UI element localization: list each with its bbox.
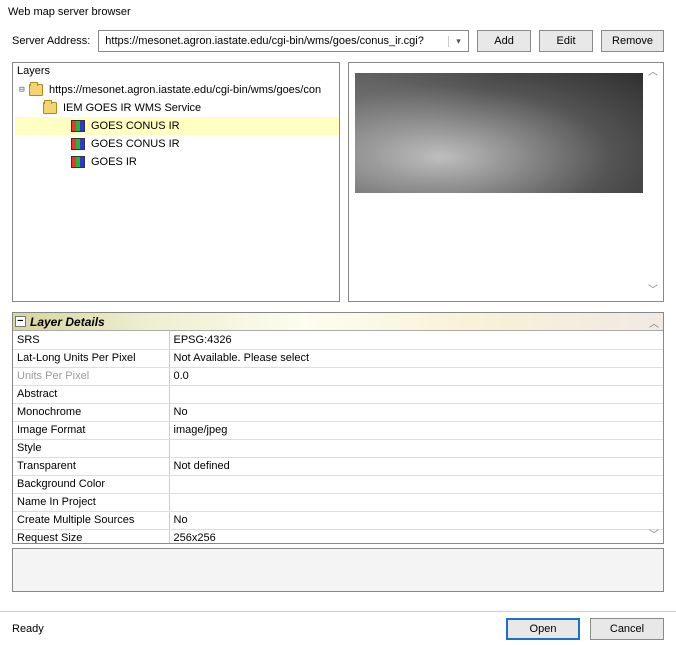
property-key: SRS	[13, 331, 169, 349]
server-address-combo[interactable]: https://mesonet.agron.iastate.edu/cgi-bi…	[98, 30, 469, 52]
property-value[interactable]: image/jpeg	[169, 421, 663, 439]
add-button[interactable]: Add	[477, 30, 531, 52]
description-box	[12, 548, 664, 592]
details-scrollbar[interactable]: ︿ ﹀	[647, 315, 661, 541]
property-key: Abstract	[13, 385, 169, 403]
property-key: Units Per Pixel	[13, 367, 169, 385]
tree-service[interactable]: IEM GOES IR WMS Service	[15, 99, 339, 117]
scroll-down-icon[interactable]: ﹀	[647, 526, 661, 541]
property-value[interactable]: 0.0	[169, 367, 663, 385]
server-address-value: https://mesonet.agron.iastate.edu/cgi-bi…	[105, 35, 448, 47]
layer-icon	[71, 156, 85, 168]
property-key: Monochrome	[13, 403, 169, 421]
server-address-row: Server Address: https://mesonet.agron.ia…	[0, 26, 676, 62]
property-value[interactable]	[169, 475, 663, 493]
property-value[interactable]	[169, 385, 663, 403]
property-grid: SRSEPSG:4326Lat-Long Units Per PixelNot …	[13, 331, 663, 544]
folder-icon	[29, 84, 43, 96]
layer-details-title: Layer Details	[30, 315, 105, 329]
property-row[interactable]: Request Size256x256	[13, 529, 663, 544]
property-row[interactable]: Name In Project	[13, 493, 663, 511]
footer-bar: Ready Open Cancel	[0, 611, 676, 645]
status-text: Ready	[12, 623, 496, 635]
tree-service-label: IEM GOES IR WMS Service	[61, 99, 203, 117]
preview-panel: ︿ ﹀	[348, 62, 664, 302]
layer-details-header[interactable]: – Layer Details	[13, 313, 663, 331]
layers-tree[interactable]: ⊟ https://mesonet.agron.iastate.edu/cgi-…	[13, 79, 339, 301]
property-row[interactable]: Style	[13, 439, 663, 457]
open-button[interactable]: Open	[506, 618, 580, 640]
property-row[interactable]: MonochromeNo	[13, 403, 663, 421]
tree-layer-item[interactable]: GOES IR	[15, 153, 339, 171]
property-row[interactable]: Units Per Pixel0.0	[13, 367, 663, 385]
property-row[interactable]: Lat-Long Units Per PixelNot Available. P…	[13, 349, 663, 367]
property-key: Request Size	[13, 529, 169, 544]
tree-root[interactable]: ⊟ https://mesonet.agron.iastate.edu/cgi-…	[15, 81, 339, 99]
tree-layer-label: GOES IR	[89, 153, 139, 171]
property-row[interactable]: Create Multiple SourcesNo	[13, 511, 663, 529]
property-key: Background Color	[13, 475, 169, 493]
property-row[interactable]: Image Formatimage/jpeg	[13, 421, 663, 439]
property-key: Transparent	[13, 457, 169, 475]
remove-button[interactable]: Remove	[601, 30, 664, 52]
property-key: Style	[13, 439, 169, 457]
tree-layer-item[interactable]: GOES CONUS IR	[15, 117, 339, 135]
property-key: Name In Project	[13, 493, 169, 511]
property-value[interactable]: EPSG:4326	[169, 331, 663, 349]
scroll-up-icon[interactable]: ︿	[647, 315, 661, 330]
layer-icon	[71, 120, 85, 132]
property-value[interactable]	[169, 439, 663, 457]
property-value[interactable]: Not Available. Please select	[169, 349, 663, 367]
property-row[interactable]: SRSEPSG:4326	[13, 331, 663, 349]
scroll-down-icon[interactable]: ﹀	[646, 284, 660, 298]
chevron-down-icon[interactable]: ▾	[448, 36, 464, 47]
property-value[interactable]: No	[169, 511, 663, 529]
property-value[interactable]	[169, 493, 663, 511]
edit-button[interactable]: Edit	[539, 30, 593, 52]
tree-layer-label: GOES CONUS IR	[89, 117, 182, 135]
collapse-icon[interactable]: –	[15, 316, 26, 327]
layer-preview-image	[355, 73, 643, 193]
scroll-up-icon[interactable]: ︿	[646, 66, 660, 80]
property-row[interactable]: Abstract	[13, 385, 663, 403]
property-row[interactable]: TransparentNot defined	[13, 457, 663, 475]
layer-details-panel: – Layer Details SRSEPSG:4326Lat-Long Uni…	[12, 312, 664, 544]
layers-panel-title: Layers	[13, 63, 339, 79]
tree-root-label: https://mesonet.agron.iastate.edu/cgi-bi…	[47, 81, 323, 99]
server-address-label: Server Address:	[12, 35, 90, 47]
layer-icon	[71, 138, 85, 150]
property-key: Lat-Long Units Per Pixel	[13, 349, 169, 367]
property-value[interactable]: No	[169, 403, 663, 421]
folder-icon	[43, 102, 57, 114]
window-title: Web map server browser	[0, 0, 676, 26]
collapse-icon[interactable]: ⊟	[15, 81, 29, 99]
property-value[interactable]: Not defined	[169, 457, 663, 475]
property-value[interactable]: 256x256	[169, 529, 663, 544]
property-row[interactable]: Background Color	[13, 475, 663, 493]
property-key: Create Multiple Sources	[13, 511, 169, 529]
property-key: Image Format	[13, 421, 169, 439]
cancel-button[interactable]: Cancel	[590, 618, 664, 640]
tree-layer-item[interactable]: GOES CONUS IR	[15, 135, 339, 153]
tree-layer-label: GOES CONUS IR	[89, 135, 182, 153]
layers-panel: Layers ⊟ https://mesonet.agron.iastate.e…	[12, 62, 340, 302]
